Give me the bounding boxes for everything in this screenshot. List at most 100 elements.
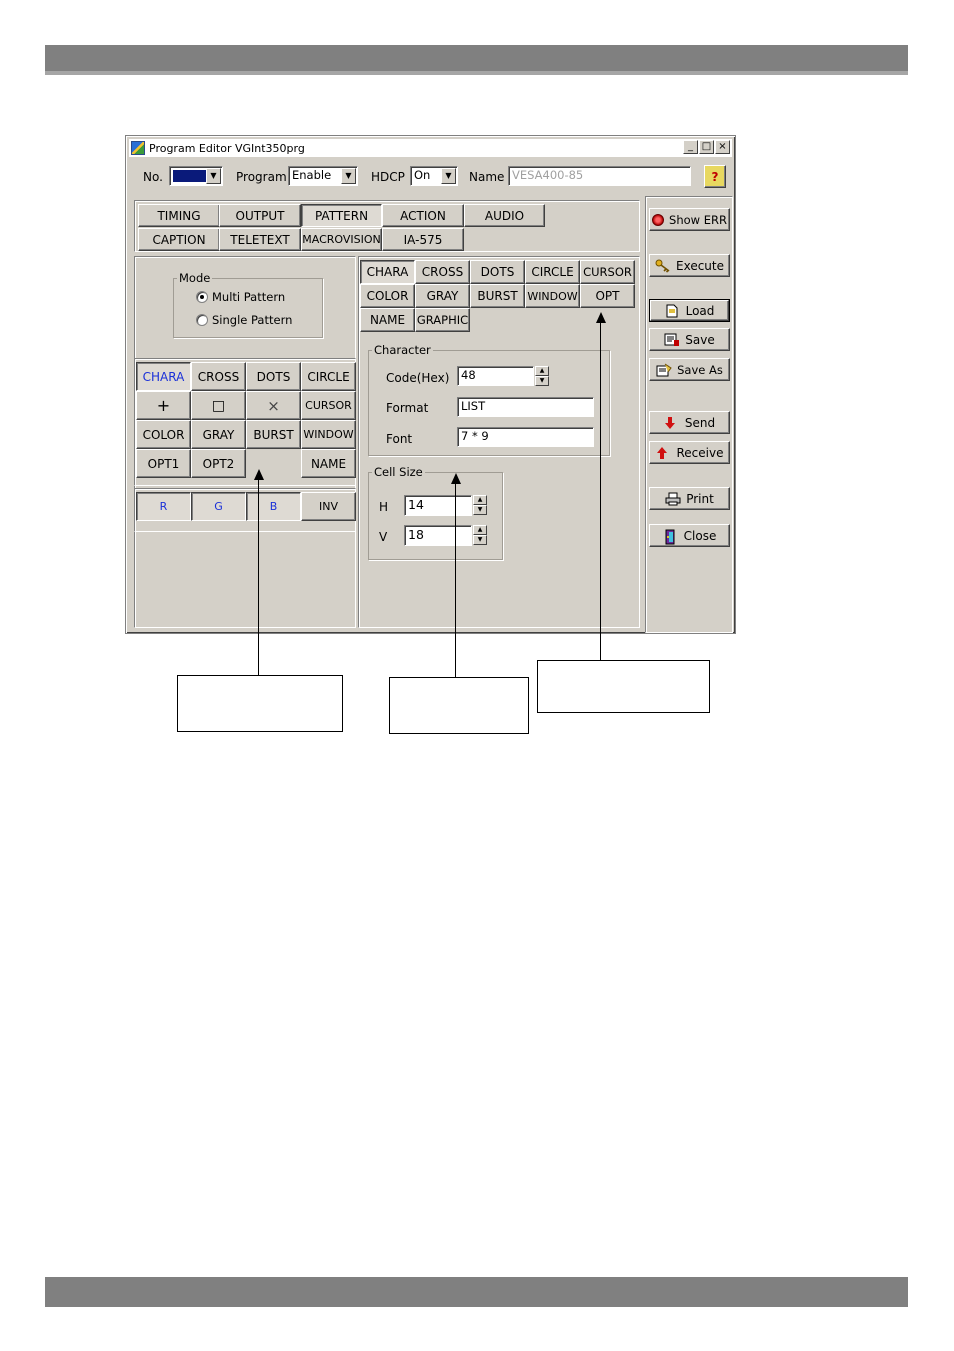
subtab-color[interactable]: COLOR	[360, 284, 415, 308]
pattern-burst-button[interactable]: BURST	[246, 420, 301, 449]
subtab-window[interactable]: WINDOW	[525, 284, 580, 308]
code-hex-input[interactable]: 48	[457, 366, 534, 386]
execute-button[interactable]: Execute	[649, 254, 730, 277]
show-err-button[interactable]: Show ERR	[649, 208, 730, 231]
window-title: Program Editor VGInt350prg	[149, 141, 305, 155]
print-button[interactable]: Print	[649, 487, 730, 510]
spin-up-icon[interactable]: ▲	[473, 525, 487, 535]
execute-label: Execute	[676, 258, 724, 273]
cell-size-group-label: Cell Size	[372, 465, 425, 479]
save-as-label: Save As	[677, 362, 723, 377]
subtab-graphic[interactable]: GRAPHIC	[415, 308, 470, 332]
tab-teletext[interactable]: TELETEXT	[219, 228, 301, 251]
tab-pattern[interactable]: PATTERN	[301, 204, 382, 227]
subtab-dots[interactable]: DOTS	[470, 260, 525, 284]
callout-arrowhead-settings	[451, 473, 461, 484]
chevron-down-icon: ▼	[441, 168, 456, 184]
pattern-crosshair-button[interactable]: +	[136, 391, 191, 420]
receive-button[interactable]: Receive	[649, 441, 730, 464]
callout-line-pattern-grid	[258, 480, 259, 675]
pattern-x-button[interactable]: ×	[246, 391, 301, 420]
arrow-up-icon	[656, 446, 672, 460]
mode-group	[173, 278, 323, 338]
load-button[interactable]: Load	[650, 300, 729, 321]
save-button[interactable]: Save	[649, 328, 730, 351]
close-window-button[interactable]: ×	[715, 140, 730, 154]
pattern-color-button[interactable]: COLOR	[136, 420, 191, 449]
send-label: Send	[684, 415, 716, 430]
pattern-name-button[interactable]: NAME	[301, 449, 356, 478]
subtab-burst[interactable]: BURST	[470, 284, 525, 308]
subtab-opt[interactable]: OPT	[580, 284, 635, 308]
maximize-button[interactable]: □	[699, 140, 714, 154]
title-bar: Program Editor VGInt350prg _ □ ×	[129, 139, 732, 157]
pattern-cursor-button[interactable]: CURSOR	[301, 391, 356, 420]
pattern-circle-button[interactable]: CIRCLE	[301, 362, 356, 391]
pattern-square-button[interactable]: □	[191, 391, 246, 420]
mode-group-label: Mode	[177, 271, 213, 285]
pattern-gray-button[interactable]: GRAY	[191, 420, 246, 449]
multi-pattern-radio[interactable]	[196, 291, 208, 303]
single-pattern-radio[interactable]	[196, 314, 208, 326]
plus-icon: +	[156, 396, 171, 415]
subtab-circle[interactable]: CIRCLE	[525, 260, 580, 284]
save-icon	[664, 333, 680, 347]
code-hex-label: Code(Hex)	[386, 371, 450, 385]
hdcp-select-value: On	[414, 168, 431, 182]
tab-macrovision[interactable]: MACROVISION	[301, 228, 382, 251]
tab-ia-575[interactable]: IA-575	[382, 228, 464, 251]
format-label: Format	[386, 401, 429, 415]
program-select[interactable]: Enable ▼	[288, 166, 358, 186]
spin-down-icon[interactable]: ▼	[473, 535, 487, 545]
tab-audio[interactable]: AUDIO	[464, 204, 545, 227]
pattern-opt1-button[interactable]: OPT1	[136, 449, 191, 478]
send-button[interactable]: Send	[649, 411, 730, 434]
red-channel-toggle[interactable]: R	[136, 492, 191, 521]
help-button[interactable]: ?	[704, 165, 726, 188]
tab-action[interactable]: ACTION	[382, 204, 464, 227]
tab-output[interactable]: OUTPUT	[219, 204, 301, 227]
pattern-chara-button[interactable]: CHARA	[136, 362, 191, 391]
chevron-down-icon: ▼	[206, 168, 221, 184]
spin-down-icon[interactable]: ▼	[473, 505, 487, 515]
spin-up-icon[interactable]: ▲	[473, 495, 487, 505]
cell-v-spinner[interactable]: ▲ ▼	[473, 525, 487, 545]
code-hex-spinner[interactable]: ▲ ▼	[535, 366, 549, 386]
subtab-cross[interactable]: CROSS	[415, 260, 470, 284]
format-input[interactable]: LIST	[457, 397, 594, 417]
tab-timing[interactable]: TIMING	[138, 204, 220, 227]
cell-h-spinner[interactable]: ▲ ▼	[473, 495, 487, 515]
pattern-opt2-button[interactable]: OPT2	[191, 449, 246, 478]
square-icon: □	[211, 397, 226, 414]
blue-channel-toggle[interactable]: B	[246, 492, 301, 521]
show-err-label: Show ERR	[669, 212, 727, 227]
hdcp-select[interactable]: On ▼	[410, 166, 458, 186]
cell-h-label: H	[379, 500, 389, 514]
pattern-cross-button[interactable]: CROSS	[191, 362, 246, 391]
hdcp-label: HDCP	[371, 170, 405, 184]
spin-up-icon[interactable]: ▲	[535, 366, 549, 376]
subtab-name[interactable]: NAME	[360, 308, 415, 332]
close-button[interactable]: Close	[649, 524, 730, 547]
font-input[interactable]: 7 * 9	[457, 427, 594, 447]
printer-icon	[665, 492, 681, 506]
green-channel-toggle[interactable]: G	[191, 492, 246, 521]
minimize-button[interactable]: _	[683, 140, 698, 154]
no-select[interactable]: ▼	[169, 166, 223, 186]
callout-box-subtabs	[537, 660, 710, 713]
subtab-cursor[interactable]: CURSOR	[580, 260, 635, 284]
name-input[interactable]: VESA400-85	[508, 166, 691, 186]
cell-v-input[interactable]: 18	[404, 525, 472, 546]
save-as-button[interactable]: Save As	[649, 358, 730, 381]
subtab-gray[interactable]: GRAY	[415, 284, 470, 308]
pattern-window-button[interactable]: WINDOW	[301, 420, 356, 449]
no-label: No.	[143, 170, 163, 184]
invert-toggle[interactable]: INV	[301, 492, 356, 521]
no-select-value	[173, 170, 207, 182]
callout-arrowhead-pattern-grid	[254, 469, 264, 480]
subtab-chara[interactable]: CHARA	[360, 260, 415, 284]
pattern-dots-button[interactable]: DOTS	[246, 362, 301, 391]
spin-down-icon[interactable]: ▼	[535, 376, 549, 386]
cell-h-input[interactable]: 14	[404, 495, 472, 516]
tab-caption[interactable]: CAPTION	[138, 228, 220, 251]
